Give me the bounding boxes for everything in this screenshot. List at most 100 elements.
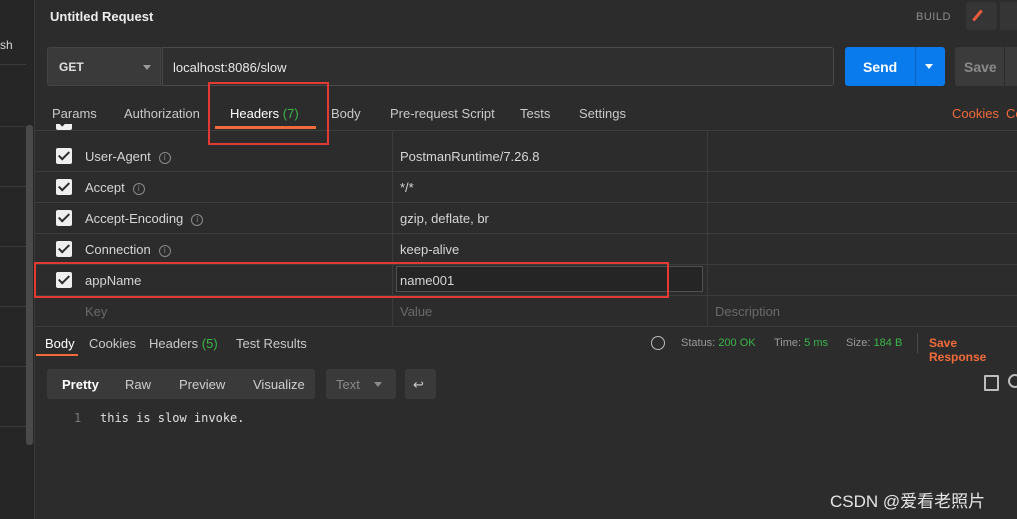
tab-params[interactable]: Params <box>52 106 97 121</box>
save-divider <box>1004 47 1005 86</box>
header-key[interactable]: Accept-Encoding i <box>85 211 204 226</box>
info-icon[interactable]: i <box>158 245 171 257</box>
header-checkbox[interactable] <box>56 148 72 164</box>
header-key-text: Accept-Encoding <box>85 211 184 226</box>
header-value[interactable]: gzip, deflate, br <box>400 211 489 226</box>
table-row: Accept-Encoding i gzip, deflate, br <box>34 203 1017 234</box>
response-line: this is slow invoke. <box>100 411 245 425</box>
table-row <box>34 124 1017 131</box>
globe-icon[interactable] <box>651 336 665 350</box>
wrap-icon: ↩ <box>413 377 424 392</box>
sidebar-partial-text: sh <box>0 38 13 52</box>
wrap-lines-button[interactable]: ↩ <box>405 369 436 399</box>
chevron-down-icon <box>143 65 151 70</box>
info-icon[interactable]: i <box>132 183 145 195</box>
sidebar-divider <box>0 366 26 367</box>
url-input[interactable]: localhost:8086/slow <box>162 47 834 86</box>
format-visualize[interactable]: Visualize <box>253 377 305 392</box>
save-response-button[interactable]: Save Response <box>929 336 1017 364</box>
save-button[interactable]: Save <box>955 47 1017 86</box>
copy-icon[interactable] <box>984 375 999 391</box>
header-value[interactable]: PostmanRuntime/7.26.8 <box>400 149 539 164</box>
send-options-chevron-icon[interactable] <box>925 64 933 69</box>
response-tab-body[interactable]: Body <box>45 336 75 351</box>
method-select[interactable]: GET <box>47 47 161 86</box>
sidebar-divider <box>0 246 26 247</box>
header-checkbox[interactable] <box>56 241 72 257</box>
time-value[interactable]: 5 ms <box>804 337 828 349</box>
header-key-text: Accept <box>85 180 125 195</box>
comment-button[interactable] <box>1000 2 1017 30</box>
header-key-text: Connection <box>85 242 151 257</box>
code-link[interactable]: Co <box>1006 106 1017 121</box>
info-icon[interactable]: i <box>191 214 204 226</box>
table-row: User-Agent i PostmanRuntime/7.26.8 <box>34 141 1017 172</box>
description-placeholder[interactable]: Description <box>715 304 780 319</box>
format-raw[interactable]: Raw <box>125 377 151 392</box>
format-preview[interactable]: Preview <box>179 377 225 392</box>
highlight-box <box>208 82 329 145</box>
size-meta: Size: 184 B <box>846 337 902 349</box>
status-value[interactable]: 200 OK <box>718 337 755 349</box>
sidebar-divider <box>0 306 26 307</box>
header-value[interactable]: */* <box>400 180 414 195</box>
info-icon[interactable]: i <box>158 152 171 164</box>
send-divider <box>915 47 916 86</box>
tab-body[interactable]: Body <box>331 106 361 121</box>
active-tab-indicator <box>36 354 78 356</box>
edit-button[interactable] <box>966 2 997 30</box>
time-meta: Time: 5 ms <box>774 337 828 349</box>
format-pretty[interactable]: Pretty <box>62 377 99 392</box>
highlight-box <box>34 262 669 298</box>
sidebar-divider <box>0 186 26 187</box>
response-tab-cookies[interactable]: Cookies <box>89 336 136 351</box>
header-key[interactable]: Connection i <box>85 242 171 257</box>
value-placeholder[interactable]: Value <box>400 304 432 319</box>
size-value[interactable]: 184 B <box>874 337 903 349</box>
save-label: Save <box>964 59 997 75</box>
tab-prerequest-script[interactable]: Pre-request Script <box>390 106 495 121</box>
header-checkbox[interactable] <box>56 210 72 226</box>
header-checkbox[interactable] <box>56 179 72 195</box>
search-icon[interactable] <box>1008 374 1017 388</box>
sidebar-divider <box>0 426 26 427</box>
line-number: 1 <box>74 411 82 425</box>
sidebar-scrollbar[interactable] <box>26 125 33 445</box>
sidebar-divider <box>0 64 26 65</box>
tab-tests[interactable]: Tests <box>520 106 550 121</box>
header-key[interactable]: Accept i <box>85 180 145 195</box>
tab-settings[interactable]: Settings <box>579 106 626 121</box>
table-row-new: Key Value Description <box>34 296 1017 327</box>
pencil-icon <box>972 9 983 22</box>
chevron-down-icon <box>374 382 382 387</box>
header-key-text: User-Agent <box>85 149 151 164</box>
language-label: Text <box>336 377 360 392</box>
header-checkbox[interactable] <box>56 124 72 130</box>
divider <box>917 333 918 353</box>
send-label: Send <box>863 59 898 75</box>
language-select[interactable]: Text <box>326 369 396 399</box>
url-text: localhost:8086/slow <box>173 60 287 75</box>
request-title[interactable]: Untitled Request <box>50 9 153 24</box>
response-tab-headers[interactable]: Headers (5) <box>149 336 218 351</box>
cookies-link[interactable]: Cookies <box>952 106 999 121</box>
table-row: Accept i */* <box>34 172 1017 203</box>
status-meta: Status: 200 OK <box>681 337 756 349</box>
table-row: Connection i keep-alive <box>34 234 1017 265</box>
tab-authorization[interactable]: Authorization <box>124 106 200 121</box>
send-button[interactable]: Send <box>845 47 945 86</box>
format-toggle-group: Pretty Raw Preview Visualize <box>47 369 315 399</box>
sidebar-divider <box>0 126 26 127</box>
response-tab-headers-label: Headers <box>149 336 199 351</box>
watermark: CSDN @爱看老照片 <box>830 492 986 511</box>
key-placeholder[interactable]: Key <box>85 304 107 319</box>
status-label: Status: <box>681 337 716 349</box>
method-label: GET <box>59 60 84 74</box>
size-label: Size: <box>846 337 871 349</box>
time-label: Time: <box>774 337 802 349</box>
build-label: BUILD <box>916 11 951 23</box>
header-value[interactable]: keep-alive <box>400 242 459 257</box>
response-tab-test-results[interactable]: Test Results <box>236 336 307 351</box>
header-key[interactable]: User-Agent i <box>85 149 171 164</box>
response-headers-count: (5) <box>201 336 218 351</box>
